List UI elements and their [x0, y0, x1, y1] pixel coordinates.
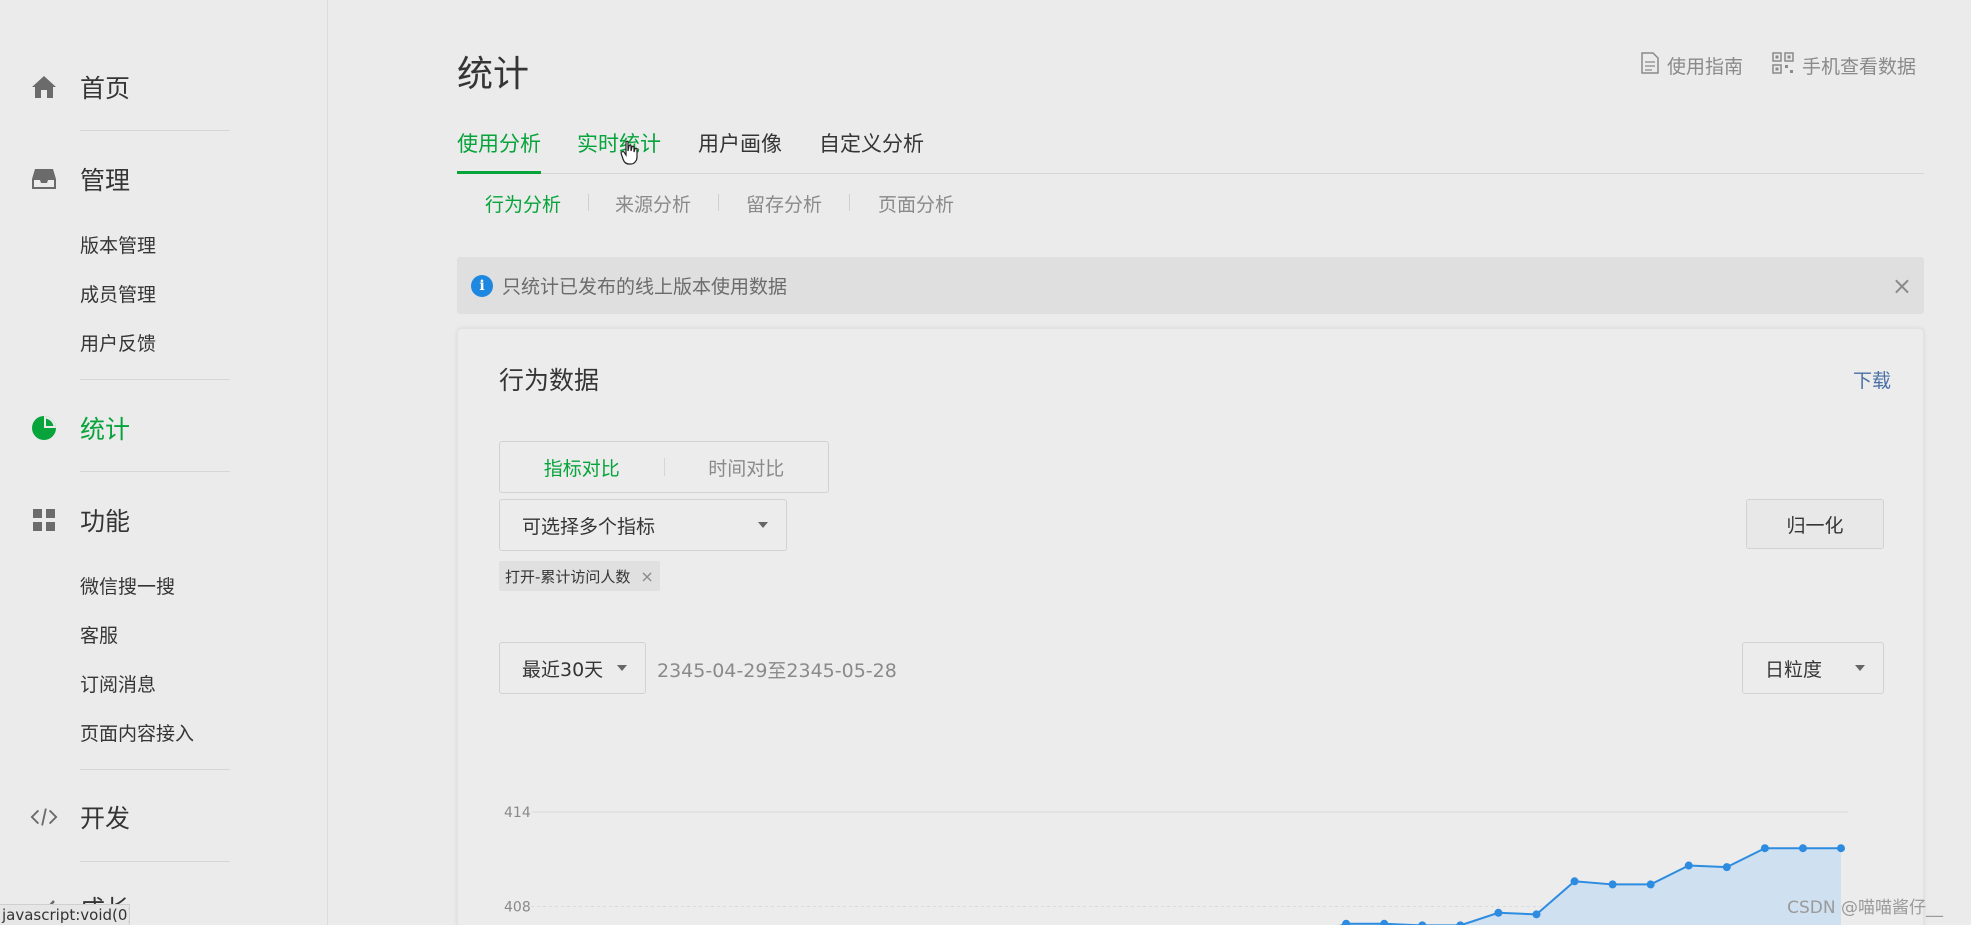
subtab-source[interactable]: 来源分析	[615, 190, 691, 217]
qr-code-icon	[1772, 52, 1794, 79]
divider	[80, 769, 230, 770]
mouse-cursor-icon	[620, 140, 638, 170]
metric-tag-label: 打开-累计访问人数	[505, 567, 631, 586]
sidebar-item-stats[interactable]: 统计	[0, 408, 260, 448]
data-point[interactable]	[1760, 844, 1769, 853]
sidebar-item-label: 首页	[80, 74, 131, 103]
divider	[80, 130, 230, 131]
tab-realtime-stats[interactable]: 实时统计	[577, 128, 661, 174]
sidebar-item-label: 管理	[80, 166, 131, 195]
line-chart: 414 408	[504, 805, 1848, 925]
data-point[interactable]	[1342, 919, 1351, 925]
home-icon	[30, 73, 58, 101]
sidebar-subitem-members[interactable]: 成员管理	[80, 280, 156, 310]
notice-text: 只统计已发布的线上版本使用数据	[502, 276, 788, 298]
download-link[interactable]: 下载	[1853, 366, 1891, 393]
sidebar-item-label: 功能	[80, 507, 131, 536]
data-point[interactable]	[1532, 910, 1541, 919]
inbox-icon	[30, 165, 58, 193]
watermark: CSDN @喵喵酱仔__	[1787, 898, 1943, 918]
divider	[588, 194, 589, 211]
mobile-view-link[interactable]: 手机查看数据	[1772, 52, 1916, 79]
subtab-behavior[interactable]: 行为分析	[485, 190, 561, 217]
code-icon	[30, 803, 58, 831]
info-icon: i	[471, 274, 493, 297]
close-icon[interactable]: ×	[1892, 272, 1912, 300]
sidebar-subitem-version[interactable]: 版本管理	[80, 231, 156, 261]
sidebar-subitem-subscribe-messages[interactable]: 订阅消息	[80, 670, 156, 700]
pie-chart-icon	[30, 414, 58, 442]
y-tick-label: 408	[504, 899, 531, 915]
normalize-button[interactable]: 归一化	[1746, 499, 1884, 549]
card-title: 行为数据	[499, 366, 600, 395]
document-icon	[1641, 52, 1659, 79]
divider	[718, 194, 719, 211]
caret-down-icon	[758, 522, 768, 528]
data-point[interactable]	[1646, 880, 1655, 889]
tab-user-profile[interactable]: 用户画像	[698, 128, 782, 174]
notice-banner: i 只统计已发布的线上版本使用数据 ×	[457, 257, 1924, 314]
sidebar-subitem-customer-service[interactable]: 客服	[80, 621, 118, 651]
subtab-page[interactable]: 页面分析	[878, 190, 954, 217]
compare-time-option[interactable]: 时间对比	[665, 454, 829, 481]
data-point[interactable]	[1684, 861, 1693, 870]
compare-metrics-option[interactable]: 指标对比	[500, 454, 664, 481]
sidebar-item-home[interactable]: 首页	[0, 67, 260, 107]
guide-link[interactable]: 使用指南	[1641, 52, 1743, 79]
granularity-select-value: 日粒度	[1765, 658, 1823, 681]
period-select[interactable]: 最近30天	[499, 642, 646, 694]
mobile-view-link-label: 手机查看数据	[1802, 56, 1917, 78]
data-point[interactable]	[1798, 844, 1807, 853]
sidebar-subitem-page-content[interactable]: 页面内容接入	[80, 719, 194, 749]
caret-down-icon	[1855, 665, 1865, 671]
sidebar-item-dev[interactable]: 开发	[0, 797, 260, 837]
data-point[interactable]	[1570, 877, 1579, 886]
tab-custom-analysis[interactable]: 自定义分析	[819, 128, 924, 174]
data-point[interactable]	[1837, 844, 1845, 853]
main-tabs: 使用分析 实时统计 用户画像 自定义分析	[457, 128, 1924, 174]
sidebar-item-manage[interactable]: 管理	[0, 159, 260, 199]
data-point[interactable]	[1494, 908, 1503, 917]
metric-select-value: 可选择多个指标	[522, 515, 656, 538]
divider	[80, 379, 230, 380]
granularity-select[interactable]: 日粒度	[1742, 642, 1884, 694]
compare-mode-toggle: 指标对比 时间对比	[499, 441, 829, 493]
date-range: 2345-04-29至2345-05-28	[657, 660, 897, 682]
period-select-value: 最近30天	[522, 658, 604, 681]
divider	[849, 194, 850, 211]
tab-usage-analysis[interactable]: 使用分析	[457, 128, 541, 174]
grid-icon	[30, 506, 58, 534]
data-point[interactable]	[1456, 921, 1465, 925]
data-point[interactable]	[1418, 921, 1427, 925]
data-point[interactable]	[1722, 863, 1731, 872]
divider	[80, 861, 230, 862]
data-point[interactable]	[1380, 919, 1389, 925]
sidebar-item-features[interactable]: 功能	[0, 500, 260, 540]
caret-down-icon	[617, 665, 627, 671]
sidebar: 首页 管理 版本管理 成员管理 用户反馈 统计 功能 微信搜一搜 客服 订阅消息…	[0, 0, 328, 925]
y-tick-label: 414	[504, 805, 531, 821]
subtab-retention[interactable]: 留存分析	[746, 190, 822, 217]
sidebar-item-label: 统计	[80, 415, 131, 444]
status-bar-link-preview: javascript:void(0);	[0, 904, 130, 925]
metric-select[interactable]: 可选择多个指标	[499, 499, 787, 551]
behavior-data-card: 行为数据 下载 指标对比 时间对比 可选择多个指标 归一化 打开-累计访问人数 …	[457, 328, 1924, 925]
tag-close-icon[interactable]: ×	[640, 567, 653, 586]
data-point[interactable]	[1608, 880, 1617, 889]
divider	[80, 471, 230, 472]
chart-area: 414 408	[458, 759, 1925, 925]
sidebar-subitem-wechat-search[interactable]: 微信搜一搜	[80, 572, 175, 602]
series-area	[1342, 848, 1841, 925]
guide-link-label: 使用指南	[1667, 56, 1744, 78]
sidebar-item-label: 开发	[80, 804, 131, 833]
sidebar-subitem-feedback[interactable]: 用户反馈	[80, 329, 156, 359]
page-title: 统计	[457, 54, 530, 95]
metric-tag: 打开-累计访问人数 ×	[499, 561, 660, 591]
